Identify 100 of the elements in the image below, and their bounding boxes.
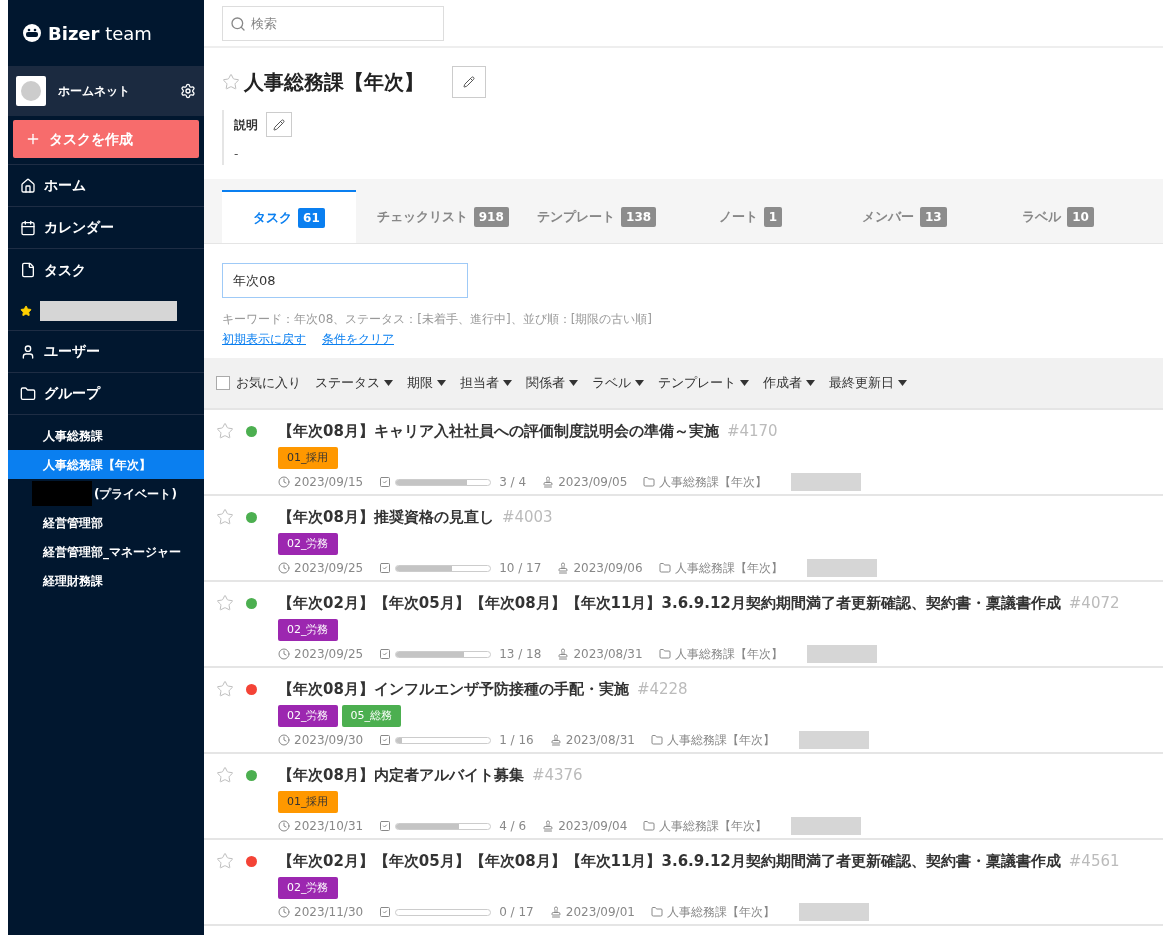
checkbox-icon — [379, 476, 392, 488]
group-item[interactable]: 人事総務課【年次】 — [8, 450, 204, 479]
filter-dropdown[interactable]: 最終更新日 — [829, 373, 907, 393]
redacted-block — [798, 903, 869, 921]
label-tag: 02_労務 — [278, 618, 338, 641]
clock-icon — [278, 476, 290, 488]
count-badge: 13 — [919, 206, 947, 227]
filter-dropdown[interactable]: ステータス — [315, 373, 393, 393]
task-id: #4561 — [1068, 851, 1120, 872]
checkbox[interactable] — [216, 376, 230, 390]
progress-count: 3 / 4 — [499, 474, 527, 491]
clock-icon — [278, 734, 290, 746]
start-date: 2023/08/31 — [565, 732, 635, 749]
star-icon[interactable] — [216, 852, 234, 870]
task-title[interactable]: 【年次02月】【年次05月】【年次08月】【年次11月】3.6.9.12月契約期間満了者更新確認、契約書・稟議書作成 — [278, 592, 1061, 615]
folder-icon — [650, 734, 663, 746]
redacted-block — [806, 645, 877, 663]
task-title[interactable]: 【年次08月】推奨資格の見直し — [278, 506, 494, 529]
group-name: 人事総務課【年次】 — [666, 904, 775, 921]
nav-item[interactable]: ユーザー — [8, 331, 204, 373]
description-label: 説明 — [234, 116, 258, 134]
checkbox-icon — [379, 734, 392, 746]
checkbox-icon — [379, 820, 392, 832]
start-date: 2023/09/01 — [565, 904, 635, 921]
filter-dropdown[interactable]: 期限 — [407, 373, 446, 393]
caret-icon — [740, 380, 749, 386]
group-name: 人事総務課【年次】 — [659, 474, 768, 491]
count-badge: 1 — [763, 206, 783, 227]
due-date: 2023/09/30 — [294, 732, 364, 749]
start-date: 2023/09/06 — [573, 560, 643, 577]
group-item[interactable]: 経理財務課 — [8, 566, 204, 595]
home-icon — [20, 177, 36, 194]
progress-count: 4 / 6 — [499, 818, 527, 835]
nav-item[interactable]: タスク — [8, 249, 204, 291]
tab[interactable]: タスク 61 — [222, 190, 356, 243]
caret-icon — [384, 380, 393, 386]
progress-count: 0 / 17 — [499, 904, 534, 921]
keyword-field[interactable]: 年次08 — [222, 263, 468, 298]
task-title[interactable]: 【年次02月】【年次05月】【年次08月】【年次11月】3.6.9.12月契約期間満了者更新確認、契約書・稟議書作成 — [278, 850, 1061, 873]
clock-icon — [278, 648, 290, 660]
star-icon[interactable] — [216, 422, 234, 440]
nav-item[interactable]: ホーム — [8, 165, 204, 207]
folder-icon — [643, 476, 656, 488]
star-icon[interactable] — [222, 73, 240, 91]
folder-icon — [658, 562, 671, 574]
group-item[interactable]: (プライベート) — [8, 479, 204, 508]
task-title[interactable]: 【年次08月】インフルエンザ予防接種の手配・実施 — [278, 678, 629, 701]
user-icon — [20, 343, 36, 360]
star-icon[interactable] — [216, 508, 234, 526]
settings-icon[interactable] — [180, 83, 196, 99]
clock-icon — [278, 820, 290, 832]
stamp-icon — [542, 476, 555, 488]
clock-icon — [278, 906, 290, 918]
task-title[interactable]: 【年次08月】キャリア入社社員への評価制度説明会の準備～実施 — [278, 420, 719, 443]
redacted-block — [798, 731, 869, 749]
label-tag: 01_採用 — [278, 446, 338, 469]
group-icon — [20, 385, 36, 402]
filter-dropdown[interactable]: 作成者 — [763, 373, 815, 393]
task-title[interactable]: 【年次08月】内定者アルバイト募集 — [278, 764, 524, 787]
count-badge: 61 — [298, 207, 325, 228]
folder-icon — [658, 648, 671, 660]
search-field[interactable]: 検索 — [222, 5, 444, 41]
group-item[interactable]: 人事総務課 — [8, 421, 204, 450]
link[interactable]: 初期表示に戻す — [222, 330, 306, 348]
label-tag: 02_労務 — [278, 532, 338, 555]
task-id: #4170 — [726, 421, 778, 442]
description-text: - — [234, 146, 240, 163]
checkbox-icon — [379, 906, 392, 918]
due-date: 2023/10/31 — [294, 818, 364, 835]
progress-count: 13 / 18 — [499, 646, 542, 663]
redacted-block — [806, 559, 877, 577]
account-name: ホームネット — [58, 83, 131, 100]
link[interactable]: 条件をクリア — [322, 330, 394, 348]
group-item[interactable]: 経営管理部_マネージャー — [8, 537, 204, 566]
task-id: #4072 — [1068, 593, 1120, 614]
star-icon[interactable] — [216, 680, 234, 698]
label-tag: 05_総務 — [341, 704, 401, 727]
edit-button[interactable] — [452, 66, 486, 98]
stamp-icon — [542, 820, 555, 832]
plus-icon — [25, 131, 41, 147]
search-icon — [230, 15, 246, 32]
redacted-block — [791, 473, 862, 491]
star-icon[interactable] — [216, 594, 234, 612]
caret-icon — [635, 380, 644, 386]
count-badge: 918 — [473, 206, 509, 227]
progress-count: 1 / 16 — [499, 732, 534, 749]
star-icon — [20, 304, 32, 317]
group-item[interactable]: 経営管理部 — [8, 508, 204, 537]
filter-dropdown[interactable]: テンプレート — [658, 373, 749, 393]
stamp-icon — [557, 648, 570, 660]
due-date: 2023/09/25 — [294, 560, 364, 577]
stamp-icon — [557, 562, 570, 574]
group-name: 人事総務課【年次】 — [674, 560, 783, 577]
star-icon[interactable] — [216, 766, 234, 784]
filter-dropdown[interactable]: 担当者 — [460, 373, 512, 393]
stamp-icon — [549, 734, 562, 746]
filter-dropdown[interactable]: ラベル — [592, 373, 644, 393]
edit-button[interactable] — [266, 112, 292, 137]
calendar-icon — [20, 219, 36, 236]
filter-dropdown[interactable]: 関係者 — [526, 373, 578, 393]
